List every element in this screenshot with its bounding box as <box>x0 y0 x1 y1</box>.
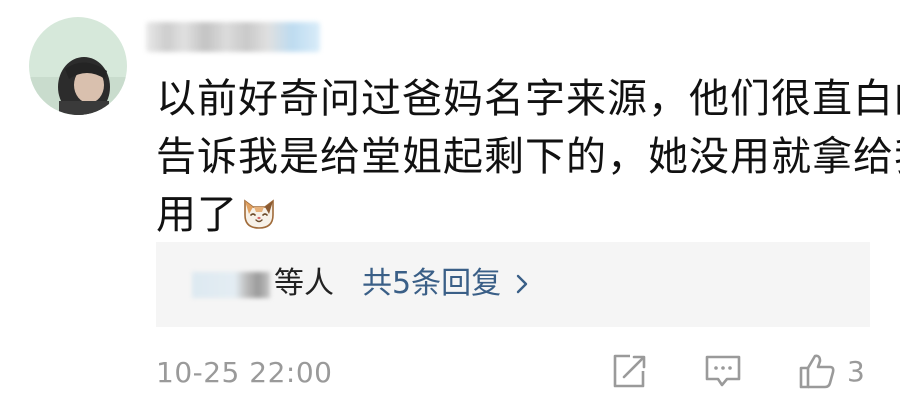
comment-body: 以前好奇问过爸妈名字来源，他们很直白的 告诉我是给堂姐起剩下的，她没用就拿给我 … <box>156 70 900 244</box>
comment-line: 用了 <box>156 186 876 244</box>
cat-face-emoji <box>244 199 274 229</box>
comment-icon <box>705 355 741 387</box>
comment-line: 以前好奇问过爸妈名字来源，他们很直白的 <box>156 76 900 122</box>
comment-line-text: 用了 <box>156 192 238 238</box>
view-replies-link[interactable]: 共5条回复 <box>362 264 529 304</box>
share-icon <box>613 354 646 388</box>
replies-preview[interactable]: 等人 共5条回复 <box>156 242 870 327</box>
like-count: 3 <box>847 355 865 388</box>
reply-names-suffix: 等人 <box>274 266 334 301</box>
share-button[interactable] <box>610 351 648 391</box>
avatar[interactable] <box>29 17 127 115</box>
view-replies-label: 共5条回复 <box>362 266 502 301</box>
chevron-right-icon <box>516 274 528 294</box>
username-redacted[interactable] <box>146 22 320 52</box>
thumbs-up-icon <box>799 354 835 389</box>
timestamp: 10-25 22:00 <box>156 356 333 389</box>
like-button[interactable]: 3 <box>797 351 877 391</box>
reply-button[interactable] <box>703 351 743 391</box>
avatar-image <box>29 17 127 115</box>
comment-line: 告诉我是给堂姐起剩下的，她没用就拿给我 <box>156 134 900 180</box>
reply-usernames-redacted <box>192 272 270 298</box>
